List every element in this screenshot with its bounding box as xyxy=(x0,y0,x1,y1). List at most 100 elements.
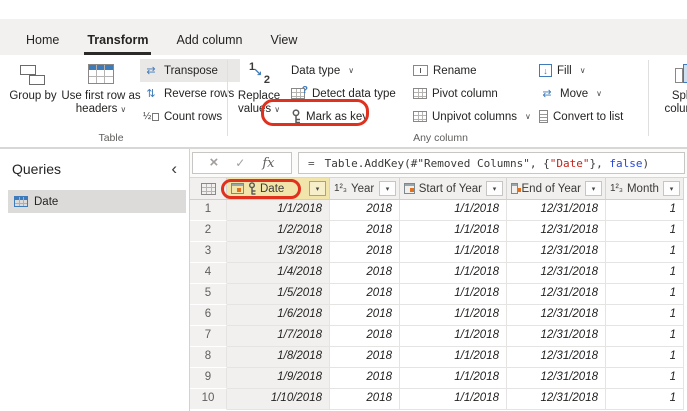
table-cell[interactable]: 1 xyxy=(606,200,684,221)
row-number[interactable]: 2 xyxy=(190,221,227,242)
table-cell[interactable]: 1/4/2018 xyxy=(227,263,330,284)
table-cell[interactable]: 2018 xyxy=(330,368,400,389)
filter-dropdown-button[interactable]: ▾ xyxy=(309,181,326,196)
column-header-year[interactable]: 1²₃ Year ▾ xyxy=(330,178,400,200)
group-by-button[interactable]: Group by xyxy=(6,58,60,103)
table-cell[interactable]: 1/7/2018 xyxy=(227,326,330,347)
table-cell[interactable]: 12/31/2018 xyxy=(507,263,606,284)
table-cell[interactable]: 2018 xyxy=(330,221,400,242)
table-cell[interactable]: 1 xyxy=(606,305,684,326)
table-cell[interactable]: 12/31/2018 xyxy=(507,221,606,242)
pivot-column-button[interactable]: Pivot column xyxy=(410,82,537,105)
tab-transform[interactable]: Transform xyxy=(84,25,151,55)
table-cell[interactable]: 12/31/2018 xyxy=(507,242,606,263)
table-cell[interactable]: 12/31/2018 xyxy=(507,347,606,368)
row-number[interactable]: 8 xyxy=(190,347,227,368)
split-column-button[interactable]: Split column xyxy=(653,58,687,116)
detect-data-type-button[interactable]: ? Detect data type xyxy=(288,82,402,105)
rename-button[interactable]: Rename xyxy=(410,59,537,82)
table-cell[interactable]: 12/31/2018 xyxy=(507,305,606,326)
collapse-pane-icon[interactable]: ‹ xyxy=(171,162,177,176)
filter-dropdown-button[interactable]: ▾ xyxy=(663,181,680,196)
check-icon[interactable]: ✓ xyxy=(235,156,245,170)
table-cell[interactable]: 1/10/2018 xyxy=(227,389,330,410)
row-number[interactable]: 4 xyxy=(190,263,227,284)
data-type-button[interactable]: Data type ∨ xyxy=(288,59,402,82)
table-cell[interactable]: 1/1/2018 xyxy=(400,242,507,263)
filter-dropdown-button[interactable]: ▾ xyxy=(379,181,396,196)
row-number[interactable]: 6 xyxy=(190,305,227,326)
column-header-date[interactable]: Date ▾ xyxy=(227,178,330,200)
table-cell[interactable]: 2018 xyxy=(330,305,400,326)
count-rows-button[interactable]: ½ Count rows xyxy=(140,105,240,128)
move-button[interactable]: ⇄ Move ∨ xyxy=(536,82,629,105)
replace-values-button[interactable]: 1↘2 Replace values∨ xyxy=(231,58,287,116)
formula-input[interactable]: =Table.AddKey(#"Removed Columns", {"Date… xyxy=(298,152,685,174)
row-number[interactable]: 1 xyxy=(190,200,227,221)
table-cell[interactable]: 12/31/2018 xyxy=(507,284,606,305)
table-cell[interactable]: 1 xyxy=(606,263,684,284)
table-cell[interactable]: 1/6/2018 xyxy=(227,305,330,326)
table-row: 3 1/3/2018 2018 1/1/2018 12/31/2018 1 xyxy=(190,242,687,263)
table-cell[interactable]: 1/1/2018 xyxy=(400,221,507,242)
row-number[interactable]: 9 xyxy=(190,368,227,389)
table-cell[interactable]: 1/9/2018 xyxy=(227,368,330,389)
table-cell[interactable]: 1 xyxy=(606,347,684,368)
column-header-end-of-year[interactable]: End of Year ▾ xyxy=(507,178,606,200)
table-cell[interactable]: 1/8/2018 xyxy=(227,347,330,368)
table-cell[interactable]: 2018 xyxy=(330,389,400,410)
query-item-date[interactable]: Date xyxy=(8,190,186,213)
table-cell[interactable]: 2018 xyxy=(330,263,400,284)
table-cell[interactable]: 1/2/2018 xyxy=(227,221,330,242)
table-cell[interactable]: 1 xyxy=(606,284,684,305)
table-cell[interactable]: 12/31/2018 xyxy=(507,200,606,221)
column-header-month[interactable]: 1²₃ Month ▾ xyxy=(606,178,684,200)
table-cell[interactable]: 1/3/2018 xyxy=(227,242,330,263)
cancel-icon[interactable]: × xyxy=(210,158,219,168)
table-cell[interactable]: 1/1/2018 xyxy=(400,284,507,305)
fill-button[interactable]: ↓ Fill ∨ xyxy=(536,59,629,82)
mark-as-key-button[interactable]: Mark as key xyxy=(288,105,402,128)
query-item-label: Date xyxy=(34,196,58,208)
table-cell[interactable]: 1/1/2018 xyxy=(400,200,507,221)
reverse-rows-button[interactable]: ⇅ Reverse rows xyxy=(140,82,240,105)
table-cell[interactable]: 12/31/2018 xyxy=(507,326,606,347)
table-cell[interactable]: 1 xyxy=(606,326,684,347)
row-number[interactable]: 7 xyxy=(190,326,227,347)
dropdown-arrow-icon: ▾ xyxy=(592,185,596,193)
tab-add-column[interactable]: Add column xyxy=(173,25,245,55)
tab-view[interactable]: View xyxy=(268,25,301,55)
table-cell[interactable]: 1/1/2018 xyxy=(400,326,507,347)
table-cell[interactable]: 2018 xyxy=(330,284,400,305)
table-cell[interactable]: 1/5/2018 xyxy=(227,284,330,305)
use-first-row-as-headers-button[interactable]: Use first row as headers∨ xyxy=(60,58,142,116)
table-cell[interactable]: 2018 xyxy=(330,200,400,221)
table-cell[interactable]: 12/31/2018 xyxy=(507,389,606,410)
table-cell[interactable]: 2018 xyxy=(330,242,400,263)
table-cell[interactable]: 1/1/2018 xyxy=(400,389,507,410)
table-cell[interactable]: 1 xyxy=(606,221,684,242)
table-cell[interactable]: 2018 xyxy=(330,326,400,347)
select-all-corner[interactable] xyxy=(190,178,227,200)
row-number[interactable]: 10 xyxy=(190,389,227,410)
tab-home[interactable]: Home xyxy=(23,25,62,55)
table-cell[interactable]: 1/1/2018 xyxy=(227,200,330,221)
filter-dropdown-button[interactable]: ▾ xyxy=(486,181,503,196)
table-cell[interactable]: 2018 xyxy=(330,347,400,368)
table-cell[interactable]: 1/1/2018 xyxy=(400,347,507,368)
unpivot-columns-button[interactable]: Unpivot columns ∨ xyxy=(410,105,537,128)
table-cell[interactable]: 1/1/2018 xyxy=(400,368,507,389)
row-number[interactable]: 5 xyxy=(190,284,227,305)
filter-dropdown-button[interactable]: ▾ xyxy=(585,181,602,196)
convert-to-list-button[interactable]: Convert to list xyxy=(536,105,629,128)
table-cell[interactable]: 1 xyxy=(606,242,684,263)
column-header-start-of-year[interactable]: Start of Year ▾ xyxy=(400,178,507,200)
table-cell[interactable]: 1/1/2018 xyxy=(400,305,507,326)
transpose-button[interactable]: ⇄ Transpose xyxy=(140,59,240,82)
row-number[interactable]: 3 xyxy=(190,242,227,263)
table-cell[interactable]: 1 xyxy=(606,368,684,389)
table-cell[interactable]: 1/1/2018 xyxy=(400,263,507,284)
table-cell[interactable]: 1 xyxy=(606,389,684,410)
fx-icon[interactable]: fx xyxy=(262,156,274,171)
table-cell[interactable]: 12/31/2018 xyxy=(507,368,606,389)
